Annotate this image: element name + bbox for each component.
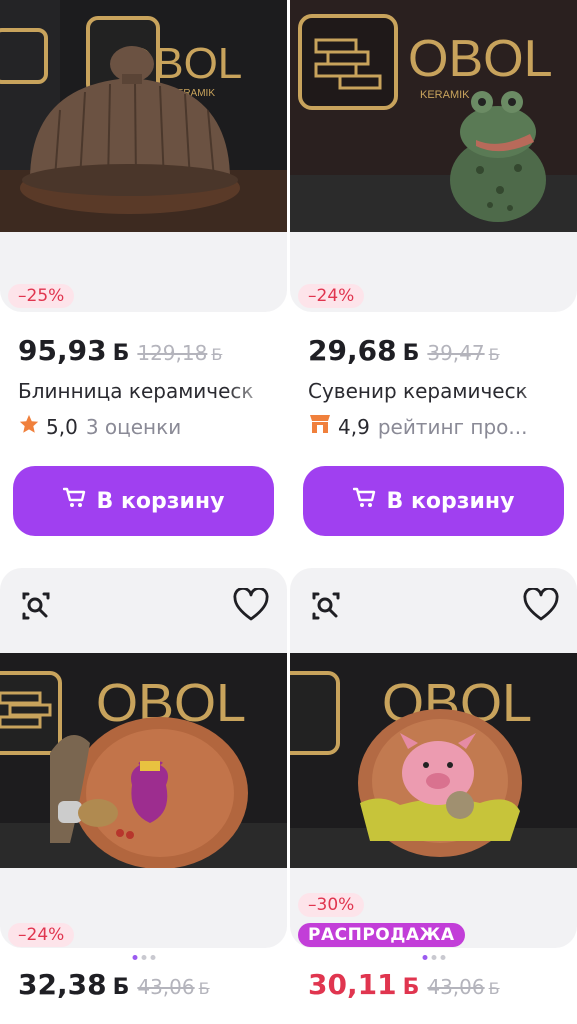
product-info: 95,93 Б 129,18 Б Блинница керамическ 5,0…	[18, 334, 279, 440]
image-pagination	[422, 955, 445, 960]
discount-badge: –30%	[298, 893, 365, 917]
currency: Б	[402, 341, 420, 366]
cart-icon	[352, 487, 377, 515]
rating-value: 5,0	[46, 414, 78, 439]
old-currency: Б	[488, 979, 500, 998]
current-price: 30,11	[308, 968, 397, 1001]
logo-text: OBOL	[408, 30, 553, 88]
seller-rating: рейтинг про...	[377, 414, 528, 439]
add-to-cart-label: В корзину	[96, 488, 225, 514]
product-photo[interactable]: OBOL	[0, 653, 287, 868]
discount-badge: –25%	[8, 284, 75, 308]
discount-badge: –24%	[298, 284, 365, 308]
star-icon	[18, 413, 40, 440]
product-card[interactable]: OBOL KERAMIK –25% 95,93 Б 129,18 Б Блинн…	[0, 0, 287, 560]
price-row: 29,68 Б 39,47 Б	[308, 334, 569, 367]
product-info: 32,38 Б 43,06 Б	[18, 968, 279, 1001]
add-to-cart-button[interactable]: В корзину	[303, 466, 564, 536]
product-image-area[interactable]: OBOL –30% РАСПРОДАЖА	[290, 568, 577, 948]
rating-row: 4,9 рейтинг про...	[308, 413, 569, 440]
product-image-area[interactable]: OBOL –24%	[0, 568, 287, 948]
product-image-area[interactable]: OBOL KERAMIK –24%	[290, 0, 577, 312]
old-price: 39,47	[427, 341, 485, 365]
rating-count: 3 оценки	[85, 414, 182, 439]
rating-row: 5,0 3 оценки	[18, 413, 279, 440]
current-price: 32,38	[18, 968, 107, 1001]
heart-icon[interactable]	[233, 586, 273, 628]
current-price: 95,93	[18, 334, 107, 367]
price-row: 30,11 Б 43,06 Б	[308, 968, 569, 1001]
svg-text:KERAMIK: KERAMIK	[420, 89, 470, 101]
product-card[interactable]: OBOL KERAMIK –24% 29,68 Б 39,47 Б Сувени…	[290, 0, 577, 560]
product-photo[interactable]: OBOL KERAMIK	[0, 0, 287, 232]
product-card[interactable]: OBOL –24% 32,38 Б 43,06 Б	[0, 568, 287, 1024]
product-card[interactable]: OBOL –30% РАСПРОДАЖА 30,11 Б 43,06 Б	[290, 568, 577, 1024]
old-price: 43,06	[427, 975, 485, 999]
sale-badge: РАСПРОДАЖА	[298, 923, 465, 947]
heart-icon[interactable]	[523, 586, 563, 628]
image-pagination	[132, 955, 155, 960]
product-photo[interactable]: OBOL	[290, 653, 577, 868]
product-info: 29,68 Б 39,47 Б Сувенир керамическ 4,9 р…	[308, 334, 569, 440]
discount-badge: –24%	[8, 923, 75, 947]
old-price: 129,18	[137, 341, 208, 365]
rating-value: 4,9	[338, 414, 370, 439]
current-price: 29,68	[308, 334, 397, 367]
old-currency: Б	[211, 345, 223, 364]
add-to-cart-label: В корзину	[386, 488, 515, 514]
price-row: 95,93 Б 129,18 Б	[18, 334, 279, 367]
old-price: 43,06	[137, 975, 195, 999]
currency: Б	[112, 341, 130, 366]
price-row: 32,38 Б 43,06 Б	[18, 968, 279, 1001]
product-grid: OBOL KERAMIK –25% 95,93 Б 129,18 Б Блинн…	[0, 0, 577, 1024]
currency: Б	[402, 975, 420, 1000]
similar-search-icon[interactable]	[308, 588, 348, 628]
currency: Б	[112, 975, 130, 1000]
product-image-area[interactable]: OBOL KERAMIK –25%	[0, 0, 287, 312]
product-photo[interactable]: OBOL KERAMIK	[290, 0, 577, 232]
product-info: 30,11 Б 43,06 Б	[308, 968, 569, 1001]
cart-icon	[62, 487, 87, 515]
product-title[interactable]: Сувенир керамическ	[308, 379, 569, 403]
old-currency: Б	[198, 979, 210, 998]
product-title[interactable]: Блинница керамическ	[18, 379, 279, 403]
similar-search-icon[interactable]	[18, 588, 58, 628]
old-currency: Б	[488, 345, 500, 364]
add-to-cart-button[interactable]: В корзину	[13, 466, 274, 536]
shop-icon	[308, 413, 332, 440]
